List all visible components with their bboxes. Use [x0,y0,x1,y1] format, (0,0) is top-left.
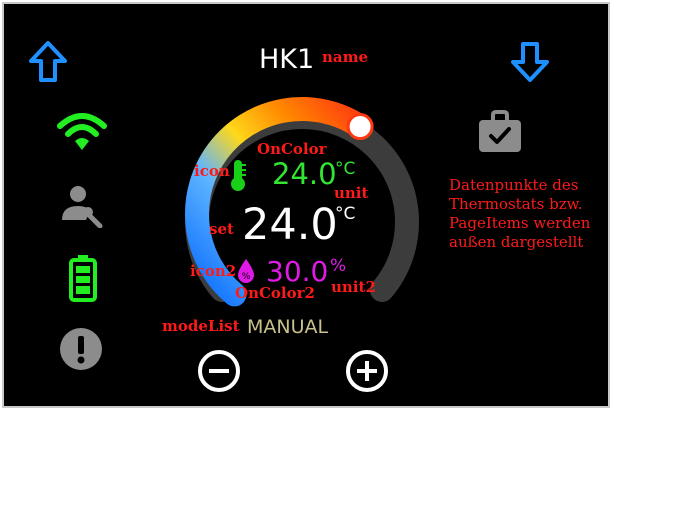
annotation-name: name [322,48,369,66]
alert-icon[interactable] [58,326,104,372]
annotation-icon2: icon2 [190,262,237,280]
plus-circle-icon[interactable] [344,348,390,394]
thermometer-icon [231,160,246,191]
annotation-icon: icon [194,162,230,180]
annotation-modelist: modeList [162,317,240,335]
annotation-oncolor2: OnColor2 [235,284,315,302]
actual-temperature-unit: °C [335,159,356,179]
arrow-down-icon[interactable] [508,40,552,84]
target-temperature-unit: °C [335,204,356,224]
gauge-knob[interactable] [346,113,374,141]
actual-temperature: 24.0 [272,157,337,191]
humidity-drop-icon: % [238,259,254,283]
target-temperature: 24.0 [242,200,338,250]
annotation-unit: unit [334,184,369,202]
briefcase-check-icon[interactable] [476,110,524,156]
mode-selector[interactable]: MANUAL [247,316,328,338]
user-wrench-icon[interactable] [58,184,108,228]
thermostat-name: HK1 [259,44,315,75]
annotation-note: Datenpunkte des Thermostats bzw. PageIte… [449,176,591,251]
battery-icon[interactable] [68,254,98,302]
thermostat-screen: HK1 name Datenpunkte des Thermostats bzw… [2,2,610,408]
minus-circle-icon[interactable] [196,348,242,394]
annotation-oncolor: OnColor [257,140,327,158]
wifi-icon[interactable] [56,110,108,154]
svg-text:%: % [242,272,251,282]
humidity-unit: % [330,256,347,276]
annotation-set: set [209,220,234,238]
annotation-unit2: unit2 [331,278,376,296]
arrow-up-icon[interactable] [26,40,70,84]
